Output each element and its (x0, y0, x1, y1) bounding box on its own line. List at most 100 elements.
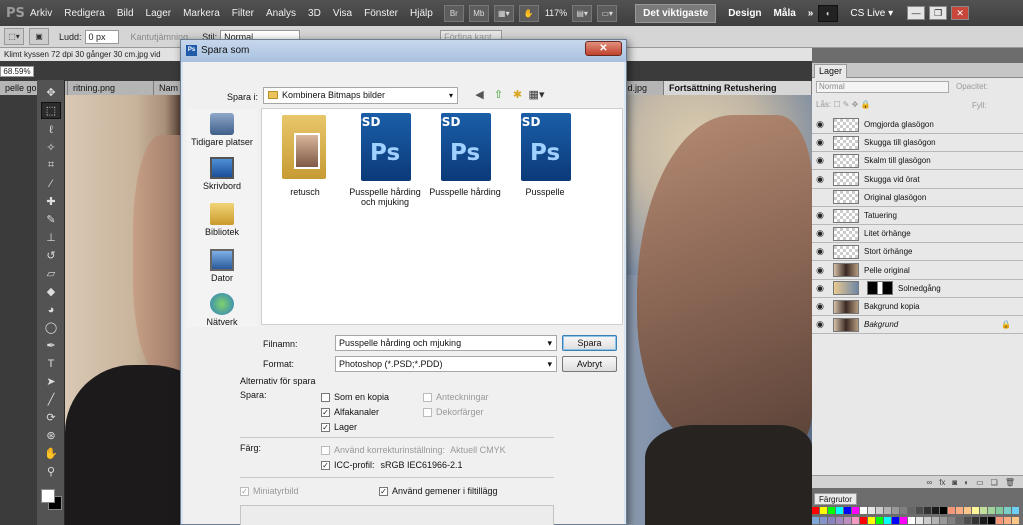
chevron-down-icon[interactable]: ▾ (547, 357, 552, 371)
menu-redigera[interactable]: Redigera (58, 8, 111, 19)
color-swatch[interactable] (812, 516, 819, 524)
mask-icon[interactable]: ◙ (952, 476, 957, 488)
color-swatch[interactable] (908, 507, 915, 514)
workspace-essentials[interactable]: Det viktigaste (635, 3, 717, 23)
color-swatch[interactable] (820, 507, 827, 514)
color-swatch[interactable] (948, 507, 955, 514)
menu-3d[interactable]: 3D (302, 8, 327, 19)
visibility-eye-icon[interactable]: ◉ (812, 228, 828, 239)
up-folder-icon[interactable]: ⇧ (492, 88, 505, 101)
marquee-tool-icon[interactable]: ⬚ (41, 102, 61, 119)
color-swatch[interactable] (892, 507, 899, 514)
color-swatch[interactable] (836, 507, 843, 514)
arrange-button[interactable]: ▤▾ (572, 4, 593, 22)
lowercase-extension-checkbox[interactable]: ✓ Använd gemener i filtillägg (379, 486, 498, 496)
file-item-folder[interactable]: retusch (264, 113, 346, 197)
visibility-eye-icon[interactable]: ◉ (812, 155, 828, 166)
visibility-eye-icon[interactable]: ◉ (812, 283, 828, 294)
workspace-design[interactable]: Design (728, 8, 761, 19)
color-swatch[interactable] (956, 507, 963, 514)
color-swatch[interactable] (972, 516, 979, 524)
hand-tool-button[interactable]: ✋ (518, 4, 539, 22)
screen-mode-button[interactable]: ▭▾ (597, 4, 618, 22)
color-swatch[interactable] (884, 516, 891, 524)
close-icon[interactable]: ✕ (951, 6, 970, 20)
menu-bild[interactable]: Bild (111, 8, 140, 19)
place-network[interactable]: Nätverk (187, 293, 257, 327)
menu-analys[interactable]: Analys (260, 8, 302, 19)
menu-arkiv[interactable]: Arkiv (24, 8, 58, 19)
color-swatch[interactable] (1004, 516, 1011, 524)
save-button[interactable]: Spara (562, 335, 617, 351)
color-swatch[interactable] (940, 516, 947, 524)
zoom-tool-icon[interactable]: ⚲ (41, 463, 61, 480)
zoom-level[interactable]: 117% (545, 8, 567, 18)
bridge-button[interactable]: Br (443, 4, 464, 22)
color-swatch[interactable] (812, 507, 819, 514)
layer-row[interactable]: ◉ Tatuering (812, 207, 1023, 225)
visibility-eye-icon[interactable]: ◉ (812, 246, 828, 257)
color-swatch[interactable] (852, 507, 859, 514)
menu-lager[interactable]: Lager (140, 8, 178, 19)
search-icon[interactable]: ◐ (818, 4, 839, 22)
color-swatch[interactable] (916, 516, 923, 524)
layer-row[interactable]: ◉ Bakgrund 🔒 (812, 316, 1023, 335)
layer-row[interactable]: Original glasögon (812, 188, 1023, 207)
file-item-psd[interactable]: PSD Ps Pusspelle (504, 113, 586, 197)
visibility-eye-icon[interactable]: ◉ (812, 137, 828, 148)
blend-mode-select[interactable]: Normal (816, 81, 949, 93)
color-swatch[interactable] (980, 516, 987, 524)
back-icon[interactable]: ◀ (473, 88, 486, 101)
proof-setup-checkbox[interactable]: Använd korrekturinställning: Aktuell CMY… (321, 445, 506, 455)
view-menu-icon[interactable]: ▦▾ (529, 88, 545, 101)
layer-row[interactable]: ◉ Pelle original (812, 261, 1023, 280)
lasso-tool-icon[interactable]: ℓ (41, 121, 61, 138)
color-swatch[interactable] (972, 507, 979, 514)
color-swatch[interactable] (988, 507, 995, 514)
layer-row[interactable]: ◉ Skugga vid örat (812, 170, 1023, 189)
spot-colors-checkbox[interactable]: Dekorfärger (423, 407, 484, 417)
cs-live[interactable]: CS Live ▾ (850, 8, 893, 19)
color-swatch[interactable] (868, 516, 875, 524)
color-swatch[interactable] (900, 507, 907, 514)
hand-tool-icon[interactable]: ✋ (41, 445, 61, 462)
visibility-eye-icon[interactable]: ◉ (812, 319, 828, 330)
visibility-eye-icon[interactable]: ◉ (812, 301, 828, 312)
layers-tab[interactable]: Lager (814, 64, 848, 78)
color-swatch[interactable] (996, 516, 1003, 524)
cancel-button[interactable]: Avbryt (562, 356, 617, 372)
color-swatch[interactable] (836, 516, 843, 524)
place-recent[interactable]: Tidigare platser (187, 113, 257, 147)
color-swatch[interactable] (980, 507, 987, 514)
fx-icon[interactable]: fx (939, 476, 945, 488)
place-libraries[interactable]: Bibliotek (187, 203, 257, 237)
layer-row[interactable]: ◉ Stort örhänge (812, 243, 1023, 262)
color-swatch[interactable] (868, 507, 875, 514)
format-select[interactable]: Photoshop (*.PSD;*.PDD) ▾ (335, 356, 557, 372)
visibility-eye-icon[interactable]: ◉ (812, 210, 828, 221)
menu-hjalp[interactable]: Hjälp (404, 8, 439, 19)
3d-orbit-icon[interactable]: ⊛ (41, 427, 61, 444)
layer-row[interactable]: ◉ Bakgrund kopia (812, 298, 1023, 316)
healing-brush-icon[interactable]: ✚ (41, 193, 61, 210)
type-tool-icon[interactable]: T (41, 355, 61, 372)
pen-tool-icon[interactable]: ✒ (41, 337, 61, 354)
color-swatch[interactable] (860, 516, 867, 524)
color-swatch[interactable] (932, 516, 939, 524)
color-swatch[interactable] (876, 507, 883, 514)
color-swatch[interactable] (844, 516, 851, 524)
color-swatch[interactable] (860, 507, 867, 514)
adjustment-icon[interactable]: ◐ (964, 476, 969, 488)
visibility-eye-icon[interactable]: ◉ (812, 265, 828, 276)
color-swatch[interactable] (1004, 507, 1011, 514)
color-swatch[interactable] (916, 507, 923, 514)
layer-row[interactable]: ◉ Skugga till glasögon (812, 134, 1023, 153)
notes-checkbox[interactable]: Anteckningar (423, 392, 489, 402)
place-desktop[interactable]: Skrivbord (187, 157, 257, 191)
new-layer-icon[interactable]: ❏ (991, 476, 998, 488)
look-in-select[interactable]: Kombinera Bitmaps bilder ▾ (263, 87, 458, 104)
restore-icon[interactable]: ❐ (929, 6, 948, 20)
eraser-icon[interactable]: ▱ (41, 265, 61, 282)
color-swatch[interactable] (1012, 507, 1019, 514)
trash-icon[interactable]: 🗑 (1005, 476, 1015, 488)
